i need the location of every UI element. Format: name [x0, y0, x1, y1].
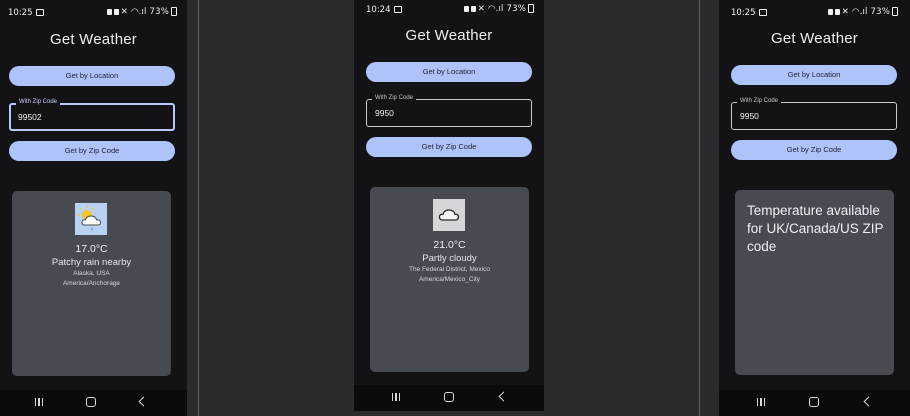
status-icons: ✕ ◠.ıl 73%: [827, 7, 898, 17]
zip-code-label: With Zip Code: [16, 99, 61, 105]
gallery-icon: [35, 9, 44, 16]
weather-card: 17.0°C Patchy rain nearby Alaska, USA Am…: [12, 191, 171, 376]
temperature: 17.0°C: [75, 243, 108, 255]
temperature: 21.0°C: [433, 239, 466, 251]
get-by-location-button[interactable]: Get by Location: [9, 66, 175, 86]
page-title: Get Weather: [50, 31, 137, 48]
home-icon[interactable]: [444, 392, 454, 402]
status-time: 10:25: [8, 8, 33, 18]
signal-icon: .ıl: [495, 4, 504, 14]
mute-icon: ✕: [120, 7, 129, 17]
status-bar: 10:24 ✕ ◠.ıl 73%: [354, 0, 544, 22]
status-icons: ✕ ◠.ıl 73%: [463, 4, 534, 14]
phone-screen-2: 10:24 ✕ ◠.ıl 73% Get Weather Get by Loca…: [354, 0, 544, 411]
status-time: 10:24: [366, 5, 391, 15]
recent-apps-icon[interactable]: [35, 398, 43, 406]
location-name: The Federal District, Mexico: [409, 266, 490, 273]
message-card: Temperature available for UK/Canada/US Z…: [735, 190, 894, 375]
patchy-rain-icon: [75, 203, 107, 235]
zip-code-field[interactable]: With Zip Code 9950: [731, 98, 897, 130]
mute-icon: ✕: [841, 7, 850, 17]
gallery-icon: [758, 9, 767, 16]
battery-text: 73%: [506, 4, 526, 14]
signal-icon: .ıl: [138, 7, 147, 17]
battery-icon: [892, 7, 898, 16]
cloud-icon: [433, 199, 465, 231]
battery-icon: [171, 7, 177, 16]
page-title: Get Weather: [405, 27, 493, 44]
divider: [198, 0, 199, 416]
notification-icon: [834, 8, 840, 15]
get-by-location-button[interactable]: Get by Location: [366, 62, 532, 82]
notification-icon: [827, 8, 833, 15]
location-name: Alaska, USA: [73, 270, 110, 277]
battery-text: 73%: [149, 7, 169, 17]
weather-condition: Patchy rain nearby: [51, 257, 132, 268]
get-by-zip-code-button[interactable]: Get by Zip Code: [731, 140, 897, 160]
gallery-icon: [393, 6, 402, 13]
wifi-icon: ◠: [487, 4, 496, 14]
weather-card: 21.0°C Partly cloudy The Federal Distric…: [370, 187, 529, 372]
notification-icon: [106, 8, 112, 15]
zip-code-field[interactable]: With Zip Code 99502: [9, 99, 175, 131]
page-title: Get Weather: [771, 30, 858, 47]
home-icon[interactable]: [809, 397, 819, 407]
battery-icon: [528, 4, 534, 13]
back-icon[interactable]: [498, 391, 509, 402]
zip-code-value: 9950: [375, 108, 394, 118]
status-bar: 10:25 ✕ ◠.ıl 73%: [0, 0, 187, 22]
battery-text: 73%: [870, 7, 890, 17]
zip-code-label: With Zip Code: [372, 95, 417, 101]
zip-code-field[interactable]: With Zip Code 9950: [366, 95, 532, 127]
timezone: America/Anchorage: [62, 280, 121, 287]
zip-code-value: 9950: [740, 111, 759, 121]
timezone: America/Mexico_City: [418, 276, 481, 283]
wifi-icon: ◠: [851, 7, 860, 17]
error-message: Temperature available for UK/Canada/US Z…: [747, 203, 884, 254]
mute-icon: ✕: [477, 4, 486, 14]
navigation-bar: [354, 385, 544, 411]
divider: [699, 0, 700, 416]
recent-apps-icon[interactable]: [757, 398, 765, 406]
status-time: 10:25: [731, 8, 756, 18]
get-by-zip-code-button[interactable]: Get by Zip Code: [9, 141, 175, 161]
phone-screen-3: 10:25 ✕ ◠.ıl 73% Get Weather Get by Loca…: [719, 0, 910, 416]
notification-icon: [113, 8, 119, 15]
weather-condition: Partly cloudy: [422, 253, 477, 264]
zip-code-label: With Zip Code: [737, 98, 782, 104]
status-icons: ✕ ◠.ıl 73%: [106, 7, 177, 17]
navigation-bar: [719, 390, 910, 416]
home-icon[interactable]: [86, 397, 96, 407]
notification-icon: [470, 5, 476, 12]
wifi-icon: ◠: [130, 7, 139, 17]
zip-code-value: 99502: [18, 112, 42, 122]
status-bar: 10:25 ✕ ◠.ıl 73%: [719, 0, 910, 22]
signal-icon: .ıl: [859, 7, 868, 17]
phone-screen-1: 10:25 ✕ ◠.ıl 73% Get Weather Get by Loca…: [0, 0, 187, 416]
get-by-zip-code-button[interactable]: Get by Zip Code: [366, 137, 532, 157]
get-by-location-button[interactable]: Get by Location: [731, 65, 897, 85]
recent-apps-icon[interactable]: [392, 393, 400, 401]
back-icon[interactable]: [138, 396, 149, 407]
navigation-bar: [0, 390, 187, 416]
notification-icon: [463, 5, 469, 12]
back-icon[interactable]: [863, 396, 874, 407]
